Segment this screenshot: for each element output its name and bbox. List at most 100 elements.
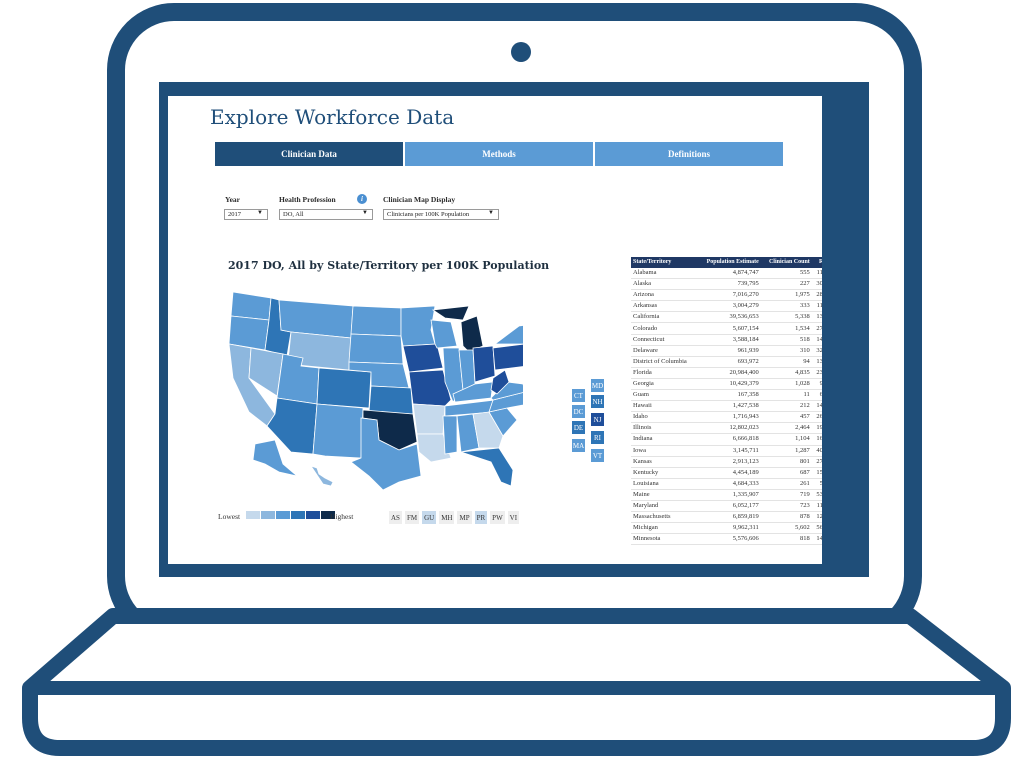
health-profession-select[interactable]: DO, All ▼ (279, 209, 373, 220)
cell-population: 5,607,154 (696, 322, 761, 335)
legend-low-label: Lowest (218, 512, 241, 521)
column-header-state[interactable]: State/Territory (631, 257, 697, 268)
map-state-mi-up[interactable] (431, 305, 470, 321)
state-chip-ri[interactable]: RI (590, 430, 605, 445)
cell-state: Florida (631, 367, 697, 379)
territory-gu[interactable]: GU (422, 511, 437, 524)
state-chip-ct[interactable]: CT (571, 388, 586, 403)
table-row: Colorado5,607,1541,53427.36 (631, 322, 822, 335)
state-chip-nh[interactable]: NH (590, 394, 605, 409)
map-state-hi[interactable] (310, 465, 334, 487)
year-select[interactable]: 2017 ▼ (224, 209, 268, 220)
territory-as[interactable]: AS (389, 511, 402, 524)
map-state-wa[interactable] (230, 291, 272, 321)
us-choropleth-map[interactable] (223, 286, 523, 491)
cell-population: 4,684,333 (696, 478, 761, 490)
legend-swatch-4 (291, 511, 305, 519)
legend-swatch-2 (261, 511, 275, 519)
tab-methods[interactable]: Methods (405, 142, 593, 166)
cell-rate: 27.36 (811, 322, 822, 335)
tab-clinician-data[interactable]: Clinician Data (215, 142, 403, 166)
cell-population: 20,984,400 (696, 367, 761, 379)
cell-state: Iowa (631, 445, 697, 457)
territory-pw[interactable]: PW (490, 511, 505, 524)
cell-population: 12,802,023 (696, 422, 761, 435)
cell-clinician-count: 719 (760, 489, 812, 501)
map-state-ks[interactable] (368, 385, 414, 415)
cell-population: 1,335,907 (696, 489, 761, 501)
cell-rate: 15.42 (811, 467, 822, 479)
cell-state: Indiana (631, 433, 697, 446)
table-row: Arkansas3,004,27933311.08 (631, 300, 822, 313)
map-legend-swatches (246, 511, 335, 519)
territory-buttons: AS FM GU MH MP PR PW VI (389, 511, 520, 524)
cell-population: 3,145,711 (696, 445, 761, 457)
legend-swatch-1 (246, 511, 260, 519)
map-state-pa[interactable] (492, 343, 523, 371)
cell-rate: 14.67 (811, 533, 822, 546)
map-state-ms[interactable] (442, 415, 458, 455)
map-state-nd[interactable] (350, 305, 402, 337)
territory-fm[interactable]: FM (404, 511, 420, 524)
map-state-fl[interactable] (460, 447, 514, 487)
table-row: Michigan9,962,3115,60256.23 (631, 522, 822, 535)
legend-swatch-3 (276, 511, 290, 519)
state-chip-dc[interactable]: DC (571, 404, 586, 419)
column-header-clinician-count[interactable]: Clinician Count (760, 257, 812, 268)
cell-clinician-count: 212 (760, 400, 812, 413)
table-row: Louisiana4,684,3332615.57 (631, 478, 822, 490)
cell-rate: 32.23 (811, 345, 822, 357)
map-state-mi[interactable] (460, 315, 484, 353)
cell-rate: 9.86 (811, 378, 822, 391)
cell-clinician-count: 818 (760, 533, 812, 546)
tab-definitions[interactable]: Definitions (595, 142, 783, 166)
column-header-population[interactable]: Population Estimate (696, 257, 761, 268)
territory-pr[interactable]: PR (474, 511, 488, 524)
table-row: Alaska739,79522730.68 (631, 278, 822, 291)
cell-population: 10,429,379 (696, 378, 761, 391)
info-icon[interactable]: i (357, 194, 367, 204)
cell-population: 2,913,123 (696, 456, 761, 468)
table-row: Florida20,984,4004,83523.04 (631, 367, 822, 379)
cell-state: Michigan (631, 522, 697, 535)
state-chip-de[interactable]: DE (571, 420, 586, 435)
map-state-co[interactable] (316, 367, 372, 409)
table-row: Massachusetts6,859,81987812.80 (631, 511, 822, 524)
column-header-rate[interactable]: Rate (811, 257, 822, 268)
cell-clinician-count: 723 (760, 500, 812, 513)
state-chip-ma[interactable]: MA (571, 438, 586, 453)
cell-rate: 23.04 (811, 367, 822, 379)
state-chip-md[interactable]: MD (590, 378, 605, 393)
cell-population: 693,972 (696, 356, 761, 368)
state-chip-vt[interactable]: VT (590, 448, 605, 463)
table-row: Guam167,358116.57 (631, 389, 822, 402)
cell-population: 4,874,747 (696, 268, 761, 280)
chevron-down-icon: ▼ (257, 210, 263, 216)
cell-rate: 14.44 (811, 334, 822, 346)
state-data-table: State/Territory Population Estimate Clin… (631, 257, 822, 546)
map-state-mn[interactable] (400, 305, 436, 347)
map-state-wi[interactable] (430, 319, 458, 349)
table-header-row: State/Territory Population Estimate Clin… (631, 257, 822, 268)
cell-rate: 26.62 (811, 411, 822, 424)
cell-clinician-count: 227 (760, 278, 812, 291)
territory-vi[interactable]: VI (507, 511, 520, 524)
territory-mh[interactable]: MH (439, 511, 455, 524)
map-state-ar[interactable] (412, 403, 446, 435)
cell-population: 961,939 (696, 345, 761, 357)
map-display-select[interactable]: Clinicians per 100K Population ▼ (383, 209, 499, 220)
territory-mp[interactable]: MP (457, 511, 472, 524)
map-state-nm[interactable] (312, 403, 364, 459)
cell-population: 167,358 (696, 389, 761, 402)
cell-state: Connecticut (631, 334, 697, 346)
state-chip-nj[interactable]: NJ (590, 412, 605, 427)
cell-state: Hawaii (631, 400, 697, 413)
map-state-ny[interactable] (493, 324, 523, 345)
table-row: Georgia10,429,3791,0289.86 (631, 378, 822, 391)
map-state-oh[interactable] (472, 345, 496, 383)
cell-clinician-count: 310 (760, 345, 812, 357)
cell-state: Kentucky (631, 467, 697, 479)
cell-clinician-count: 687 (760, 467, 812, 479)
map-state-sd[interactable] (348, 333, 404, 365)
cell-population: 5,576,606 (696, 533, 761, 546)
